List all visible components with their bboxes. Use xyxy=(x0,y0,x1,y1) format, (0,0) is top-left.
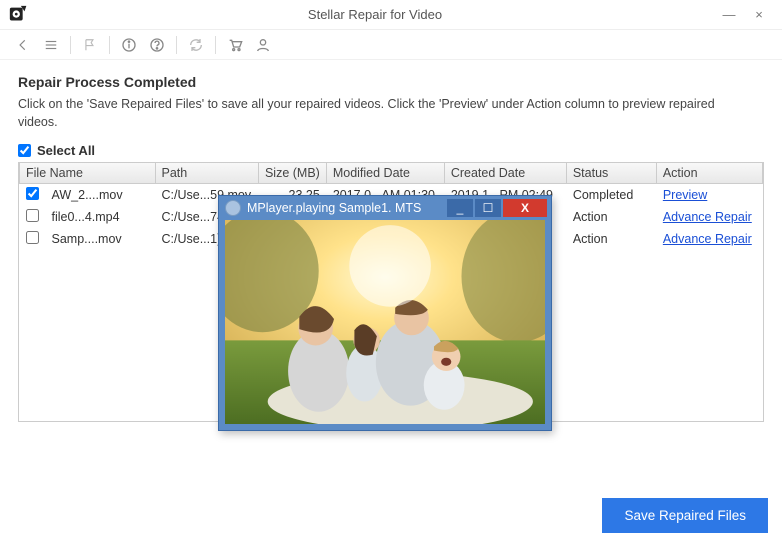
col-created[interactable]: Created Date xyxy=(444,163,566,184)
row-checkbox[interactable] xyxy=(26,231,39,244)
app-logo-icon xyxy=(8,4,30,26)
select-all-checkbox[interactable] xyxy=(18,144,31,157)
toolbar xyxy=(0,30,782,60)
col-size[interactable]: Size (MB) xyxy=(258,163,326,184)
help-icon[interactable] xyxy=(146,34,168,56)
select-all-label: Select All xyxy=(37,143,95,158)
cell-filename: Samp....mov xyxy=(45,228,155,250)
col-status[interactable]: Status xyxy=(566,163,656,184)
row-checkbox[interactable] xyxy=(26,187,39,200)
cart-icon[interactable] xyxy=(224,34,246,56)
close-button[interactable]: × xyxy=(744,4,774,26)
player-title: MPlayer.playing Sample1. MTS xyxy=(247,201,445,215)
cell-status: Action xyxy=(566,206,656,228)
footer: Save Repaired Files xyxy=(602,498,768,533)
table-header: File Name Path Size (MB) Modified Date C… xyxy=(20,163,763,184)
cell-status: Completed xyxy=(566,184,656,207)
separator xyxy=(176,36,177,54)
minimize-button[interactable]: — xyxy=(714,4,744,26)
cell-filename: file0...4.mp4 xyxy=(45,206,155,228)
select-all-row[interactable]: Select All xyxy=(18,143,764,158)
player-minimize-button[interactable]: _ xyxy=(447,199,473,217)
cell-status: Action xyxy=(566,228,656,250)
menu-icon[interactable] xyxy=(40,34,62,56)
page-heading: Repair Process Completed xyxy=(18,74,764,90)
info-icon[interactable] xyxy=(118,34,140,56)
col-path[interactable]: Path xyxy=(155,163,258,184)
col-action[interactable]: Action xyxy=(656,163,762,184)
page-subtext: Click on the 'Save Repaired Files' to sa… xyxy=(18,96,718,131)
user-icon[interactable] xyxy=(252,34,274,56)
cell-action-link[interactable]: Advance Repair xyxy=(656,206,762,228)
cell-action-link[interactable]: Preview xyxy=(656,184,762,207)
row-checkbox[interactable] xyxy=(26,209,39,222)
separator xyxy=(109,36,110,54)
player-titlebar[interactable]: MPlayer.playing Sample1. MTS _ ☐ X xyxy=(219,196,551,220)
titlebar: Stellar Repair for Video — × xyxy=(0,0,782,30)
back-icon[interactable] xyxy=(12,34,34,56)
save-repaired-files-button[interactable]: Save Repaired Files xyxy=(602,498,768,533)
col-filename[interactable]: File Name xyxy=(20,163,156,184)
separator xyxy=(215,36,216,54)
cell-filename: AW_2....mov xyxy=(45,184,155,207)
window-title: Stellar Repair for Video xyxy=(36,7,714,22)
flag-icon[interactable] xyxy=(79,34,101,56)
col-modified[interactable]: Modified Date xyxy=(326,163,444,184)
separator xyxy=(70,36,71,54)
refresh-icon[interactable] xyxy=(185,34,207,56)
cell-action-link[interactable]: Advance Repair xyxy=(656,228,762,250)
preview-player-window[interactable]: MPlayer.playing Sample1. MTS _ ☐ X xyxy=(218,195,552,431)
player-video-area xyxy=(225,220,545,424)
player-close-button[interactable]: X xyxy=(503,199,547,217)
player-app-icon xyxy=(225,200,241,216)
player-maximize-button[interactable]: ☐ xyxy=(475,199,501,217)
